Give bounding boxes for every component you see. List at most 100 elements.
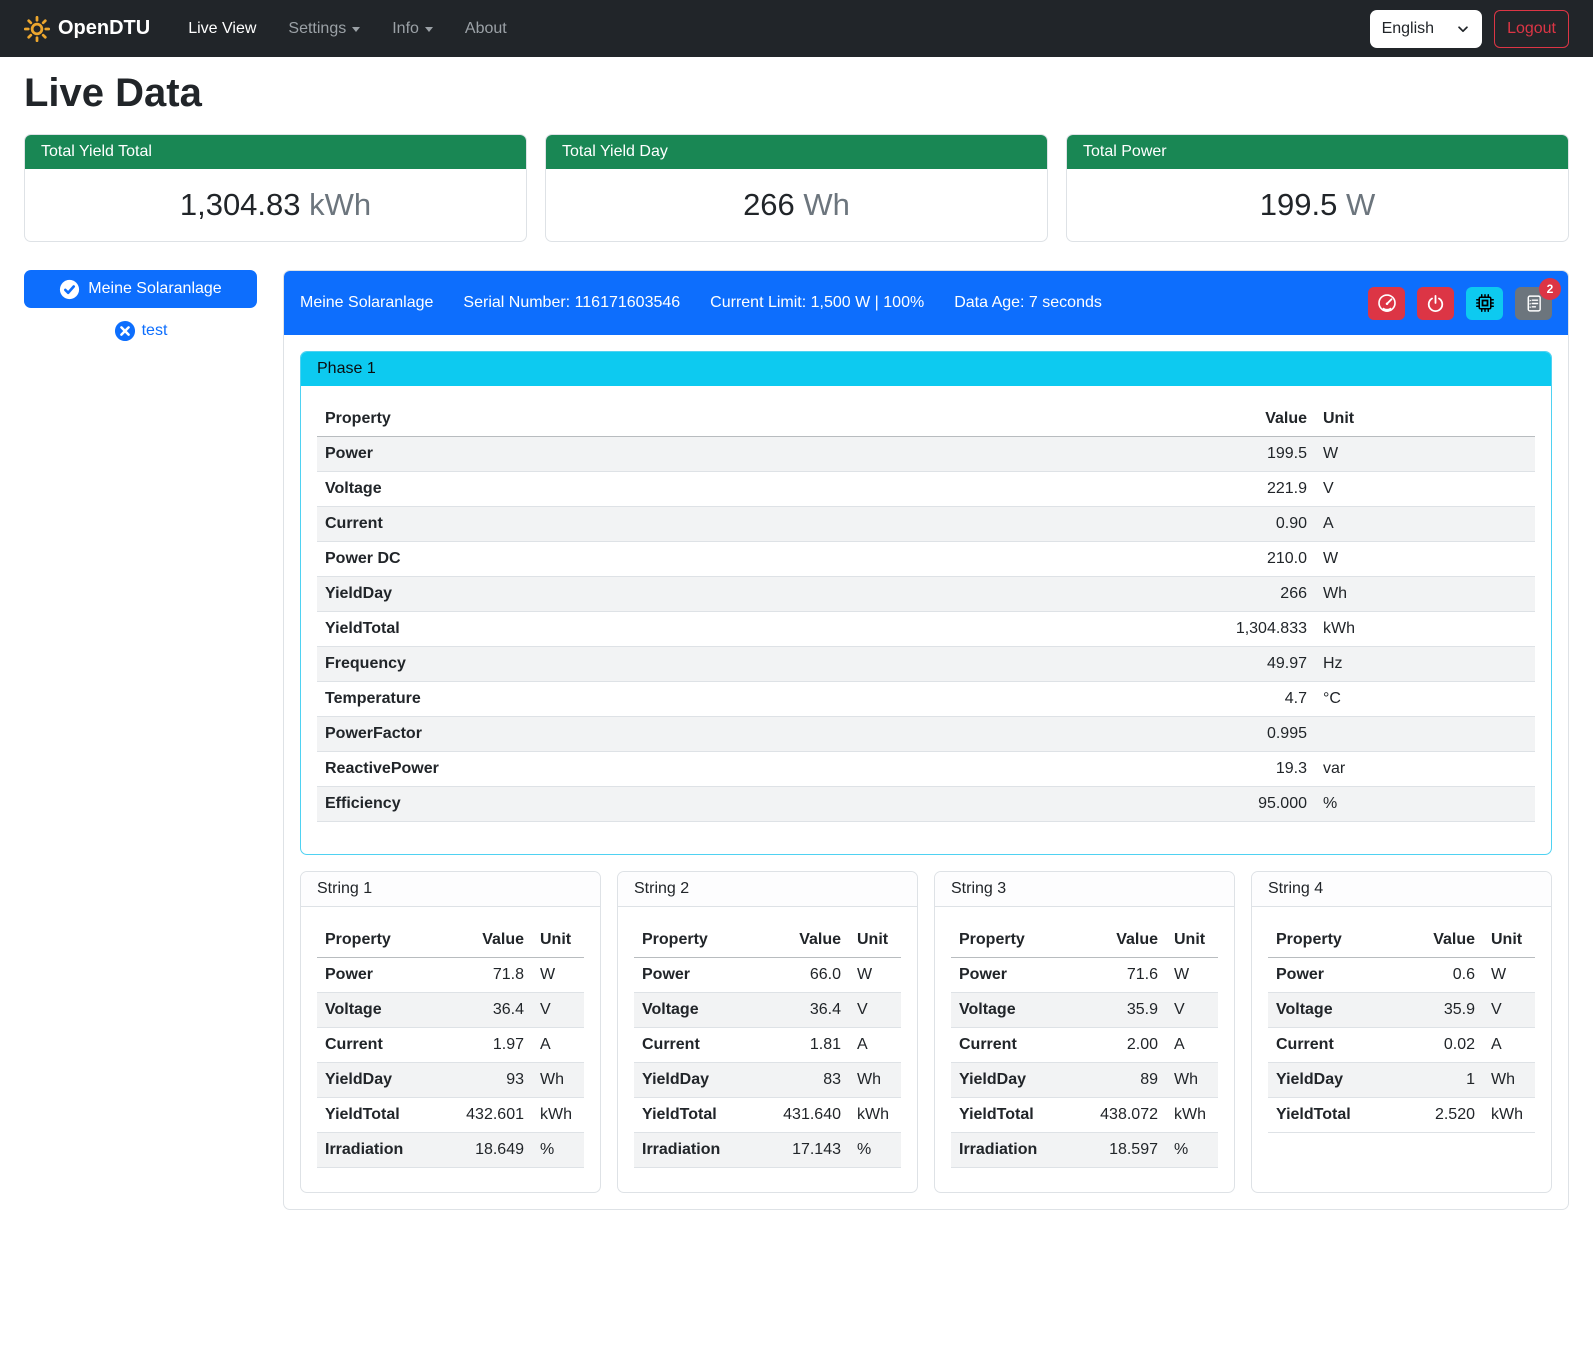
cell-property: Power <box>317 437 1195 472</box>
column-header-value: Value <box>1088 923 1166 958</box>
column-header-unit: Unit <box>1166 923 1218 958</box>
cell-value: 2.520 <box>1405 1098 1483 1133</box>
cell-value: 210.0 <box>1195 542 1315 577</box>
cell-value: 95.000 <box>1195 787 1315 822</box>
phase-title: Phase 1 <box>301 352 1551 386</box>
table-row: Power71.6W <box>951 958 1218 993</box>
device-info-button[interactable] <box>1466 287 1503 320</box>
table-row: Frequency49.97Hz <box>317 647 1535 682</box>
event-log-button[interactable]: 2 <box>1515 287 1552 320</box>
logout-button[interactable]: Logout <box>1494 10 1569 48</box>
nav-item-live-view[interactable]: Live View <box>176 12 268 46</box>
inverter-data-age: Data Age: 7 seconds <box>954 294 1102 312</box>
column-header-value: Value <box>1195 402 1315 437</box>
cell-unit: A <box>532 1028 584 1063</box>
cell-value: 438.072 <box>1088 1098 1166 1133</box>
inverter-name: Meine Solaranlage <box>300 294 433 312</box>
card-value: 199.5 <box>1260 187 1338 222</box>
nav-item-info[interactable]: Info <box>380 12 445 46</box>
cell-property: Power <box>317 958 454 993</box>
cell-unit: % <box>532 1133 584 1168</box>
cpu-icon <box>1475 293 1495 313</box>
cell-unit: W <box>1315 437 1535 472</box>
power-button[interactable] <box>1417 287 1454 320</box>
cell-value: 18.649 <box>454 1133 532 1168</box>
nav-item-label: Settings <box>288 20 346 38</box>
cell-property: YieldTotal <box>317 1098 454 1133</box>
phase-table: Property Value Unit Power199.5WVoltage22… <box>317 402 1535 822</box>
nav-item-settings[interactable]: Settings <box>276 12 372 46</box>
sidebar-item-label: test <box>142 322 168 340</box>
table-row: YieldDay1Wh <box>1268 1063 1535 1098</box>
cell-unit: Wh <box>849 1063 901 1098</box>
cell-value: 0.6 <box>1405 958 1483 993</box>
table-row: YieldDay89Wh <box>951 1063 1218 1098</box>
column-header-unit: Unit <box>532 923 584 958</box>
table-row: Power66.0W <box>634 958 901 993</box>
cell-property: PowerFactor <box>317 717 1195 752</box>
cell-value: 93 <box>454 1063 532 1098</box>
chevron-down-icon <box>1456 22 1470 36</box>
cell-value: 19.3 <box>1195 752 1315 787</box>
table-row: Voltage36.4V <box>317 993 584 1028</box>
brand[interactable]: OpenDTU <box>24 16 150 42</box>
table-row: Irradiation18.597% <box>951 1133 1218 1168</box>
cell-unit: kWh <box>1483 1098 1535 1133</box>
inverter-limit: Current Limit: 1,500 W | 100% <box>710 294 924 312</box>
table-row: Current0.02A <box>1268 1028 1535 1063</box>
cell-property: Current <box>317 507 1195 542</box>
column-header-property: Property <box>1268 923 1405 958</box>
table-row: Efficiency95.000% <box>317 787 1535 822</box>
cell-value: 1.81 <box>771 1028 849 1063</box>
cell-unit: A <box>1166 1028 1218 1063</box>
column-header-value: Value <box>771 923 849 958</box>
card-value: 266 <box>743 187 795 222</box>
cell-unit: A <box>849 1028 901 1063</box>
table-row: Voltage221.9V <box>317 472 1535 507</box>
sun-icon <box>24 16 50 42</box>
cell-value: 0.90 <box>1195 507 1315 542</box>
table-row: YieldDay93Wh <box>317 1063 584 1098</box>
cell-unit: Wh <box>1483 1063 1535 1098</box>
cell-unit: Wh <box>1315 577 1535 612</box>
cell-property: Irradiation <box>951 1133 1088 1168</box>
cell-unit: % <box>849 1133 901 1168</box>
navbar: OpenDTU Live View Settings Info About En… <box>0 0 1593 57</box>
sidebar-item-test[interactable]: test <box>24 320 257 342</box>
column-header-value: Value <box>1405 923 1483 958</box>
nav-item-label: Info <box>392 20 419 38</box>
string-title: String 1 <box>301 872 600 907</box>
cell-value: 49.97 <box>1195 647 1315 682</box>
table-header-row: Property Value Unit <box>317 923 584 958</box>
table-row: YieldDay266Wh <box>317 577 1535 612</box>
cell-property: ReactivePower <box>317 752 1195 787</box>
cell-unit: kWh <box>1166 1098 1218 1133</box>
cell-property: Current <box>317 1028 454 1063</box>
cell-property: Voltage <box>317 472 1195 507</box>
inverter-serial: Serial Number: 116171603546 <box>463 294 680 312</box>
cell-value: 18.597 <box>1088 1133 1166 1168</box>
cell-property: Current <box>951 1028 1088 1063</box>
table-header-row: Property Value Unit <box>1268 923 1535 958</box>
string-cards: String 1 Property Value Unit <box>300 871 1552 1193</box>
cell-unit: kWh <box>1315 612 1535 647</box>
brand-label: OpenDTU <box>58 17 150 40</box>
string-title: String 3 <box>935 872 1234 907</box>
table-row: YieldTotal1,304.833kWh <box>317 612 1535 647</box>
language-select[interactable]: English <box>1370 10 1482 48</box>
cell-property: Power <box>1268 958 1405 993</box>
string-title: String 2 <box>618 872 917 907</box>
table-row: ReactivePower19.3var <box>317 752 1535 787</box>
table-row: Current1.97A <box>317 1028 584 1063</box>
card-unit: kWh <box>309 187 371 222</box>
table-row: YieldTotal432.601kWh <box>317 1098 584 1133</box>
eventlog-icon <box>1524 294 1543 313</box>
table-row: Irradiation17.143% <box>634 1133 901 1168</box>
cell-property: Power DC <box>317 542 1195 577</box>
table-row: Voltage35.9V <box>951 993 1218 1028</box>
cell-value: 432.601 <box>454 1098 532 1133</box>
cell-value: 1,304.833 <box>1195 612 1315 647</box>
sidebar-item-meine-solaranlage[interactable]: Meine Solaranlage <box>24 270 257 308</box>
nav-item-about[interactable]: About <box>453 12 519 46</box>
limit-settings-button[interactable] <box>1368 287 1405 320</box>
